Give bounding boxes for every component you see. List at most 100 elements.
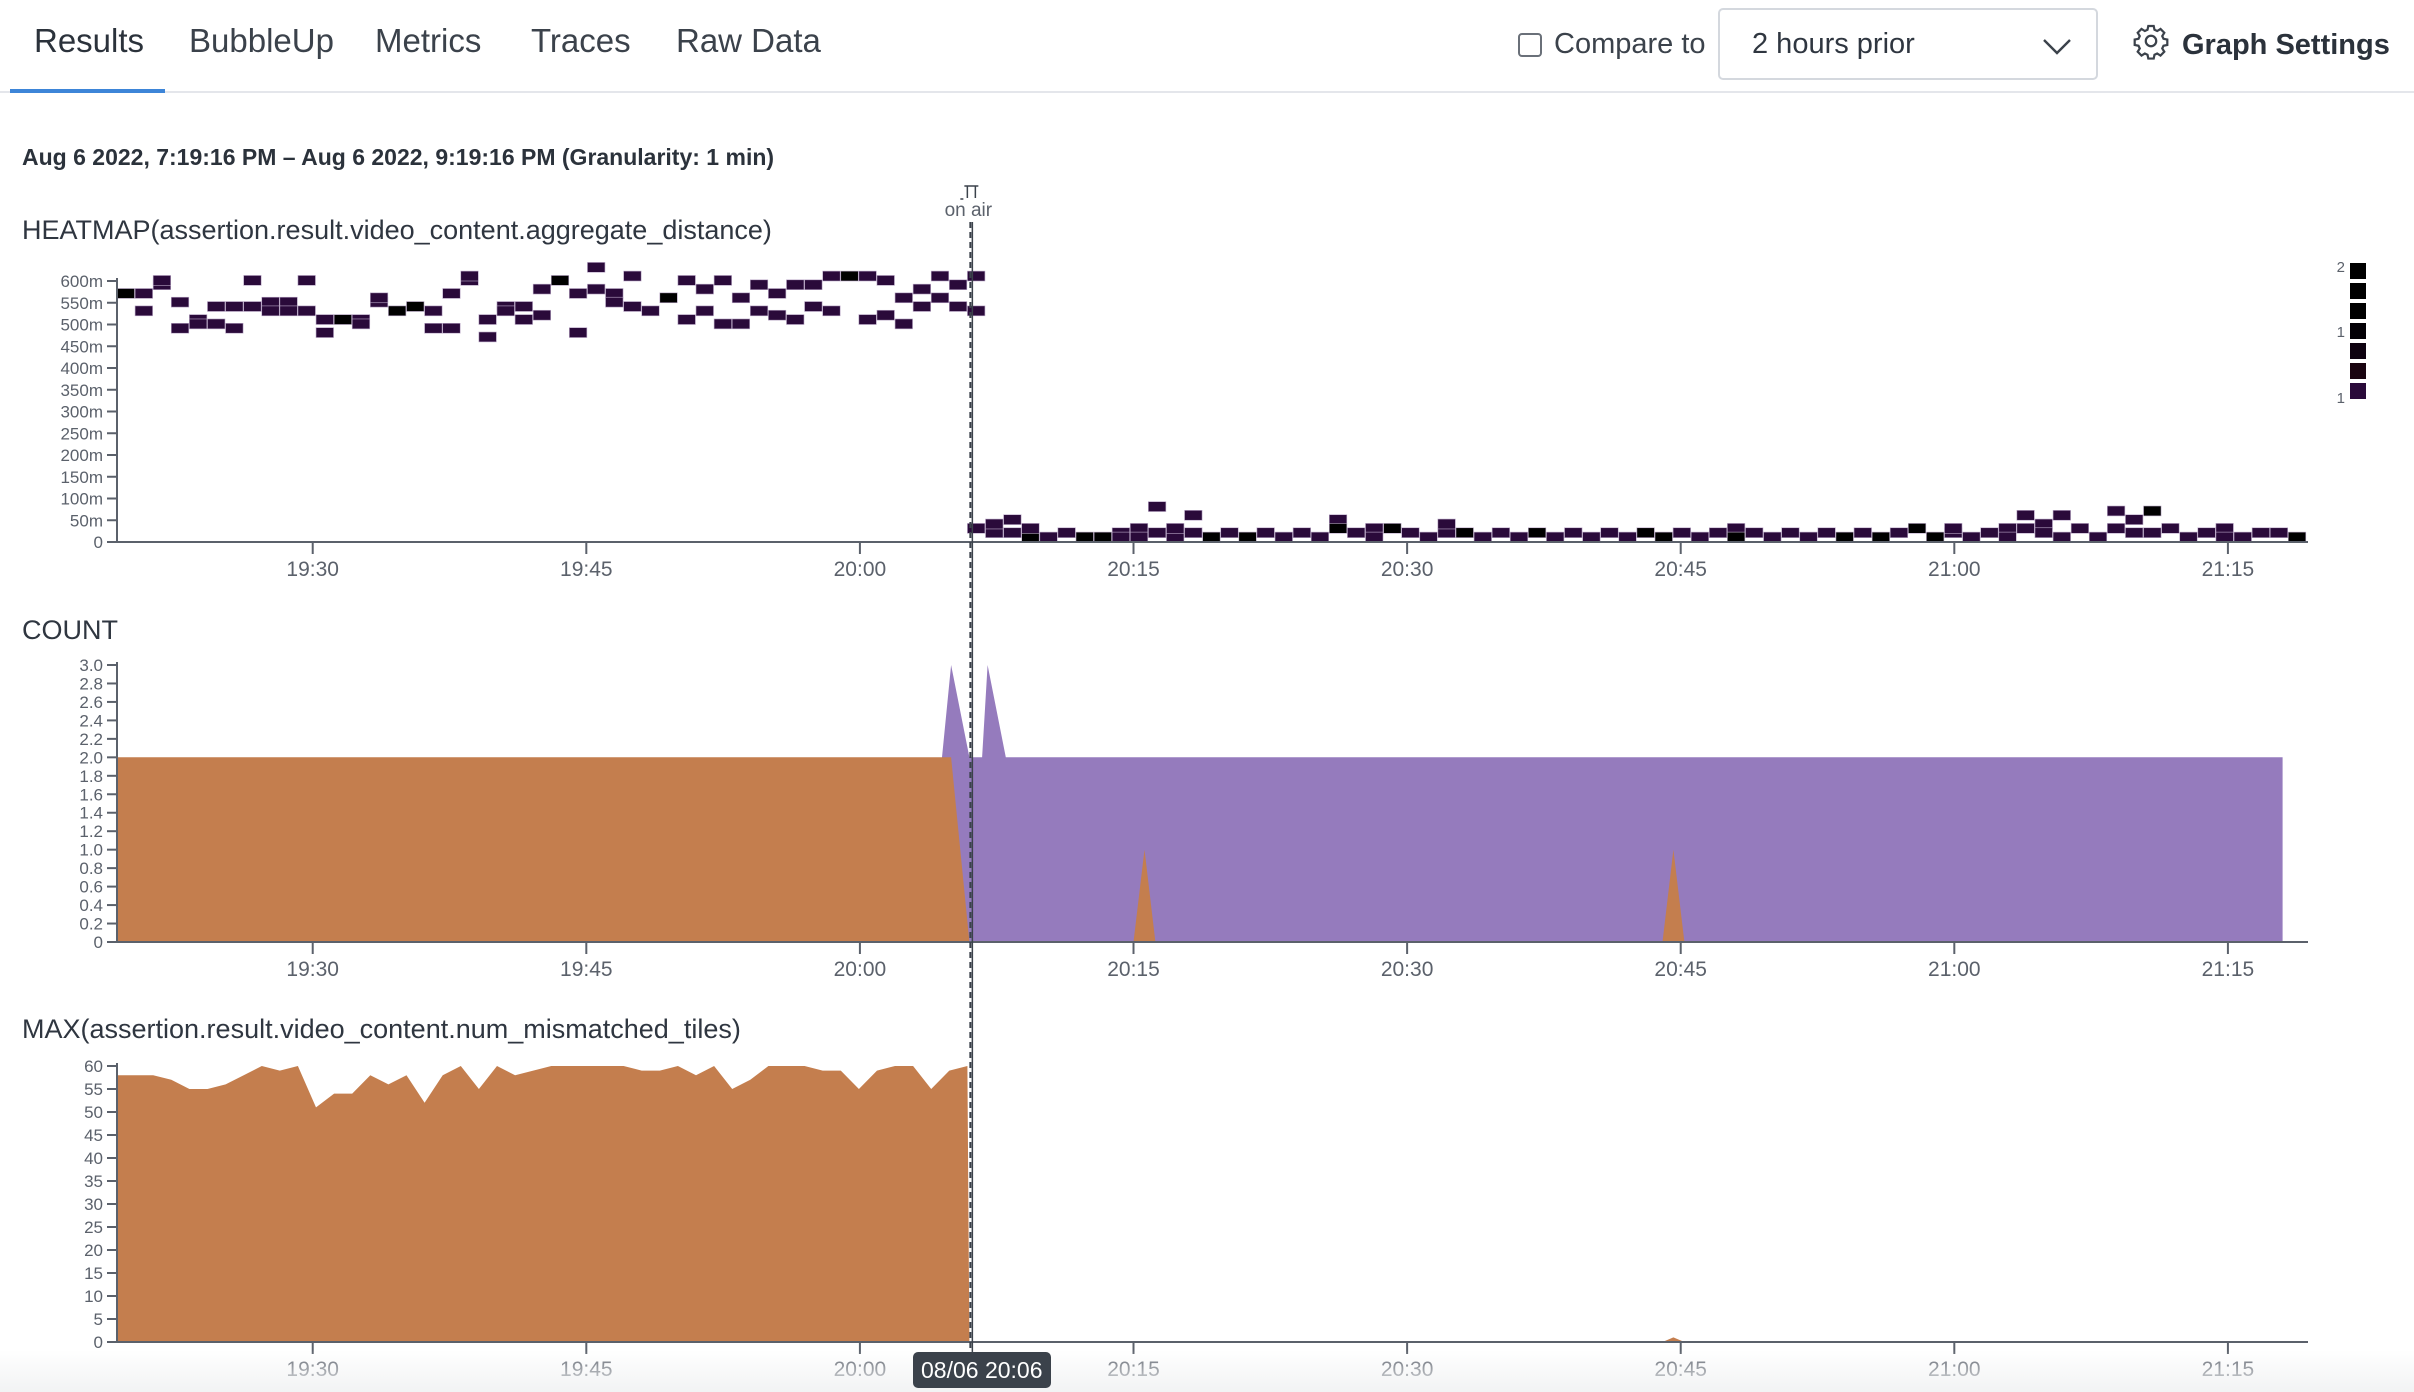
heatmap-cell bbox=[279, 305, 298, 317]
heatmap-cell bbox=[1509, 531, 1529, 543]
max-y-tick-label: 60 bbox=[84, 1057, 103, 1076]
heatmap-cell bbox=[2143, 505, 2162, 517]
heatmap-y-tick-label: 200m bbox=[60, 446, 103, 465]
heatmap-cell bbox=[1039, 531, 1058, 543]
heatmap-cell bbox=[1148, 527, 1167, 538]
heatmap-cell bbox=[677, 275, 696, 286]
heatmap-cell bbox=[1636, 527, 1655, 538]
heatmap-y-tick-label: 50m bbox=[70, 511, 103, 530]
heatmap-cell bbox=[1491, 527, 1510, 538]
heatmap-cell bbox=[1546, 531, 1565, 543]
heatmap-y-tick-label: 450m bbox=[60, 337, 103, 356]
heatmap-cell bbox=[134, 305, 153, 317]
heatmap-cell bbox=[587, 283, 606, 295]
heatmap-cell bbox=[297, 275, 316, 286]
heatmap-cell bbox=[442, 323, 461, 334]
count-x-tick-label: 21:15 bbox=[2202, 958, 2255, 981]
heatmap-cell bbox=[713, 318, 732, 330]
heatmap-cell bbox=[550, 275, 570, 286]
heatmap-cell bbox=[2107, 505, 2126, 517]
count-x-tick-label: 20:45 bbox=[1654, 958, 1707, 981]
heatmap-y-tick-label: 100m bbox=[60, 490, 103, 509]
count-y-tick-label: 2.8 bbox=[79, 674, 103, 693]
heatmap-cell bbox=[1419, 531, 1438, 543]
heatmap-cell bbox=[786, 279, 805, 290]
heatmap-cell bbox=[1998, 531, 2017, 543]
heatmap-cell bbox=[1274, 531, 1293, 543]
heatmap-legend-swatch bbox=[2350, 283, 2366, 299]
heatmap-cell bbox=[152, 275, 171, 286]
heatmap-cell bbox=[768, 288, 787, 299]
heatmap-cell bbox=[2016, 523, 2035, 534]
heatmap-legend-swatch bbox=[2350, 323, 2366, 339]
heatmap-cell bbox=[2107, 523, 2126, 534]
max-y-tick-label: 35 bbox=[84, 1172, 103, 1191]
count-y-tick-label: 2.4 bbox=[79, 711, 103, 730]
heatmap-cell bbox=[2287, 531, 2307, 543]
heatmap-cell bbox=[333, 314, 352, 325]
heatmap-cell bbox=[822, 270, 841, 282]
heatmap-cell bbox=[2125, 514, 2144, 525]
heatmap-cell bbox=[641, 305, 660, 317]
heatmap-x-tick-label: 20:15 bbox=[1107, 558, 1160, 581]
heatmap-y-tick-label: 300m bbox=[60, 403, 103, 422]
heatmap-cell bbox=[2143, 527, 2162, 538]
heatmap-y-tick-label: 400m bbox=[60, 359, 103, 378]
heatmap-x-tick-label: 20:30 bbox=[1381, 558, 1434, 581]
max-y-tick-label: 45 bbox=[84, 1126, 103, 1145]
heatmap-cell bbox=[478, 331, 497, 343]
max-y-tick-label: 20 bbox=[84, 1241, 103, 1260]
heatmap-cell bbox=[1184, 527, 1203, 538]
max-y-tick-label: 30 bbox=[84, 1195, 103, 1214]
heatmap-cell bbox=[297, 305, 316, 317]
heatmap-cell bbox=[1256, 527, 1275, 538]
heatmap-cell bbox=[1003, 514, 1022, 525]
count-x-tick-label: 20:00 bbox=[834, 958, 887, 981]
heatmap-cell bbox=[496, 305, 515, 317]
heatmap-cell bbox=[2197, 527, 2216, 538]
heatmap-cell bbox=[1944, 523, 1963, 534]
max-x-tick-label: 20:00 bbox=[834, 1358, 887, 1381]
heatmap-cell bbox=[1310, 531, 1330, 543]
heatmap-cell bbox=[623, 270, 642, 282]
heatmap-cell bbox=[713, 275, 732, 286]
heatmap-cell bbox=[876, 309, 895, 321]
heatmap-cell bbox=[1184, 510, 1203, 521]
heatmap-cell bbox=[1129, 531, 1149, 543]
heatmap-legend-swatch bbox=[2350, 263, 2366, 279]
heatmap-cell bbox=[1473, 531, 1492, 543]
count-y-tick-label: 1.4 bbox=[79, 804, 103, 823]
charts-canvas[interactable]: 0 50m 100m 150m 200m 250m 300m 350m 400m 450m 500m… bbox=[0, 0, 2414, 1392]
max-x-tick-label: 21:00 bbox=[1928, 1358, 1981, 1381]
heatmap-cell bbox=[1455, 527, 1474, 538]
heatmap-cell bbox=[370, 292, 389, 304]
heatmap-cell bbox=[424, 323, 443, 334]
heatmap-cell bbox=[894, 292, 913, 304]
heatmap-cell bbox=[569, 327, 588, 338]
heatmap-cell bbox=[532, 309, 551, 321]
heatmap-y-tick-label: 150m bbox=[60, 468, 103, 487]
heatmap-cell bbox=[1799, 531, 1818, 543]
heatmap-cell bbox=[1763, 531, 1782, 543]
count-y-tick-label: 2.6 bbox=[79, 693, 103, 712]
heatmap-cell bbox=[478, 314, 497, 325]
heatmap-cell bbox=[2034, 527, 2053, 538]
heatmap-cell bbox=[1727, 531, 1746, 543]
heatmap-cell bbox=[1908, 523, 1927, 534]
heatmap-cell bbox=[749, 305, 769, 317]
heatmap-legend-label: 1 bbox=[2337, 390, 2345, 407]
heatmap-cell bbox=[1528, 527, 1547, 538]
heatmap-cell bbox=[442, 288, 461, 299]
heatmap-cell bbox=[1292, 527, 1311, 538]
count-y-tick-label: 2.2 bbox=[79, 730, 103, 749]
heatmap-legend-swatch bbox=[2350, 363, 2366, 379]
heatmap-cell bbox=[731, 292, 751, 304]
heatmap-cell bbox=[1003, 527, 1022, 538]
heatmap-cell bbox=[460, 270, 479, 282]
heatmap-cell bbox=[2070, 523, 2089, 534]
count-y-tick-label: 1.0 bbox=[79, 841, 103, 860]
max-x-tick-label: 21:15 bbox=[2202, 1358, 2255, 1381]
heatmap-cell bbox=[677, 314, 696, 325]
heatmap-cell bbox=[876, 275, 895, 286]
heatmap-cell bbox=[695, 305, 714, 317]
